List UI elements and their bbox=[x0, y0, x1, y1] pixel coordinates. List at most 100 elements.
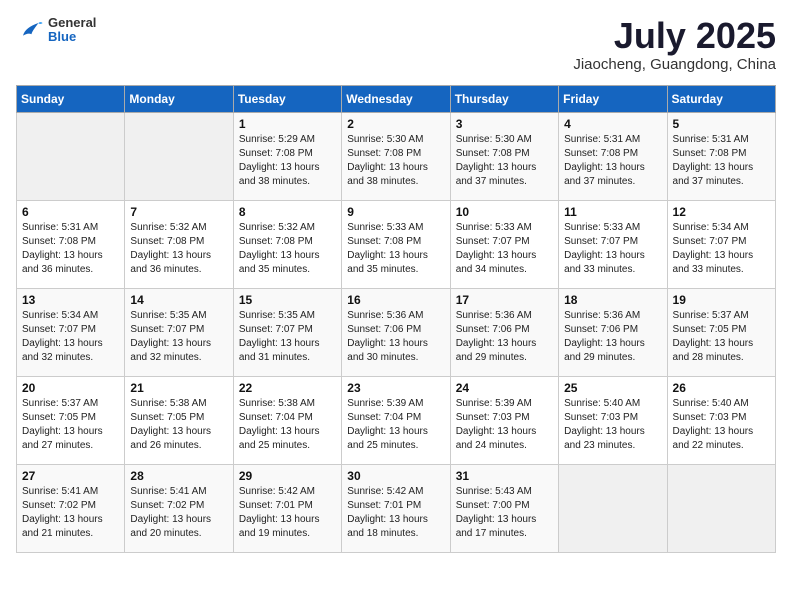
col-header-wednesday: Wednesday bbox=[342, 85, 450, 112]
cell-info: Sunrise: 5:33 AM Sunset: 7:07 PM Dayligh… bbox=[564, 221, 661, 277]
cell-info: Sunrise: 5:32 AM Sunset: 7:08 PM Dayligh… bbox=[130, 221, 227, 277]
calendar-cell bbox=[17, 112, 125, 200]
cell-info: Sunrise: 5:36 AM Sunset: 7:06 PM Dayligh… bbox=[564, 309, 661, 365]
col-header-sunday: Sunday bbox=[17, 85, 125, 112]
calendar-cell: 26 Sunrise: 5:40 AM Sunset: 7:03 PM Dayli… bbox=[667, 376, 775, 464]
cell-info: Sunrise: 5:38 AM Sunset: 7:05 PM Dayligh… bbox=[130, 397, 227, 453]
week-row-5: 27 Sunrise: 5:41 AM Sunset: 7:02 PM Dayli… bbox=[17, 464, 776, 552]
day-number: 19 bbox=[673, 293, 770, 307]
cell-info: Sunrise: 5:39 AM Sunset: 7:04 PM Dayligh… bbox=[347, 397, 444, 453]
day-number: 31 bbox=[456, 469, 553, 483]
day-number: 21 bbox=[130, 381, 227, 395]
day-number: 14 bbox=[130, 293, 227, 307]
day-number: 27 bbox=[22, 469, 119, 483]
cell-info: Sunrise: 5:37 AM Sunset: 7:05 PM Dayligh… bbox=[673, 309, 770, 365]
day-number: 12 bbox=[673, 205, 770, 219]
cell-info: Sunrise: 5:36 AM Sunset: 7:06 PM Dayligh… bbox=[456, 309, 553, 365]
calendar-cell: 22Sunrise: 5:38 AM Sunset: 7:04 PM Dayli… bbox=[233, 376, 341, 464]
day-number: 25 bbox=[564, 381, 661, 395]
cell-info: Sunrise: 5:35 AM Sunset: 7:07 PM Dayligh… bbox=[239, 309, 336, 365]
day-number: 24 bbox=[456, 381, 553, 395]
logo-blue: Blue bbox=[48, 30, 96, 44]
day-number: 23 bbox=[347, 381, 444, 395]
col-header-tuesday: Tuesday bbox=[233, 85, 341, 112]
calendar-cell: 20Sunrise: 5:37 AM Sunset: 7:05 PM Dayli… bbox=[17, 376, 125, 464]
cell-info: Sunrise: 5:39 AM Sunset: 7:03 PM Dayligh… bbox=[456, 397, 553, 453]
calendar-cell: 4 Sunrise: 5:31 AM Sunset: 7:08 PM Daylig… bbox=[559, 112, 667, 200]
logo-text: General Blue bbox=[48, 16, 96, 45]
cell-info: Sunrise: 5:38 AM Sunset: 7:04 PM Dayligh… bbox=[239, 397, 336, 453]
calendar-cell: 3 Sunrise: 5:30 AM Sunset: 7:08 PM Daylig… bbox=[450, 112, 558, 200]
calendar-cell: 15 Sunrise: 5:35 AM Sunset: 7:07 PM Dayli… bbox=[233, 288, 341, 376]
calendar-cell: 28 Sunrise: 5:41 AM Sunset: 7:02 PM Dayli… bbox=[125, 464, 233, 552]
cell-info: Sunrise: 5:36 AM Sunset: 7:06 PM Dayligh… bbox=[347, 309, 444, 365]
day-number: 6 bbox=[22, 205, 119, 219]
calendar-cell: 19 Sunrise: 5:37 AM Sunset: 7:05 PM Dayli… bbox=[667, 288, 775, 376]
cell-info: Sunrise: 5:34 AM Sunset: 7:07 PM Dayligh… bbox=[673, 221, 770, 277]
calendar-cell bbox=[667, 464, 775, 552]
cell-info: Sunrise: 5:31 AM Sunset: 7:08 PM Dayligh… bbox=[22, 221, 119, 277]
calendar-cell: 27 Sunrise: 5:41 AM Sunset: 7:02 PM Dayli… bbox=[17, 464, 125, 552]
col-header-thursday: Thursday bbox=[450, 85, 558, 112]
week-row-1: 1Sunrise: 5:29 AM Sunset: 7:08 PM Daylig… bbox=[17, 112, 776, 200]
cell-info: Sunrise: 5:40 AM Sunset: 7:03 PM Dayligh… bbox=[673, 397, 770, 453]
day-number: 3 bbox=[456, 117, 553, 131]
title-block: July 2025 Jiaocheng, Guangdong, China bbox=[573, 16, 776, 73]
logo: General Blue bbox=[16, 16, 96, 45]
calendar-table: SundayMondayTuesdayWednesdayThursdayFrid… bbox=[16, 85, 776, 553]
cell-info: Sunrise: 5:41 AM Sunset: 7:02 PM Dayligh… bbox=[22, 485, 119, 541]
calendar-cell: 17Sunrise: 5:36 AM Sunset: 7:06 PM Dayli… bbox=[450, 288, 558, 376]
calendar-cell: 16 Sunrise: 5:36 AM Sunset: 7:06 PM Dayli… bbox=[342, 288, 450, 376]
calendar-cell: 8 Sunrise: 5:32 AM Sunset: 7:08 PM Daylig… bbox=[233, 200, 341, 288]
col-header-monday: Monday bbox=[125, 85, 233, 112]
cell-info: Sunrise: 5:30 AM Sunset: 7:08 PM Dayligh… bbox=[347, 133, 444, 189]
page-header: General Blue July 2025 Jiaocheng, Guangd… bbox=[16, 16, 776, 73]
day-number: 16 bbox=[347, 293, 444, 307]
cell-info: Sunrise: 5:43 AM Sunset: 7:00 PM Dayligh… bbox=[456, 485, 553, 541]
day-number: 29 bbox=[239, 469, 336, 483]
cell-info: Sunrise: 5:42 AM Sunset: 7:01 PM Dayligh… bbox=[239, 485, 336, 541]
calendar-cell: 18 Sunrise: 5:36 AM Sunset: 7:06 PM Dayli… bbox=[559, 288, 667, 376]
cell-info: Sunrise: 5:42 AM Sunset: 7:01 PM Dayligh… bbox=[347, 485, 444, 541]
day-number: 15 bbox=[239, 293, 336, 307]
cell-info: Sunrise: 5:31 AM Sunset: 7:08 PM Dayligh… bbox=[673, 133, 770, 189]
location: Jiaocheng, Guangdong, China bbox=[573, 56, 776, 73]
week-row-4: 20Sunrise: 5:37 AM Sunset: 7:05 PM Dayli… bbox=[17, 376, 776, 464]
calendar-cell: 29 Sunrise: 5:42 AM Sunset: 7:01 PM Dayli… bbox=[233, 464, 341, 552]
month-title: July 2025 bbox=[573, 16, 776, 56]
calendar-cell: 13Sunrise: 5:34 AM Sunset: 7:07 PM Dayli… bbox=[17, 288, 125, 376]
cell-info: Sunrise: 5:41 AM Sunset: 7:02 PM Dayligh… bbox=[130, 485, 227, 541]
day-number: 30 bbox=[347, 469, 444, 483]
week-row-2: 6 Sunrise: 5:31 AM Sunset: 7:08 PM Daylig… bbox=[17, 200, 776, 288]
cell-info: Sunrise: 5:33 AM Sunset: 7:07 PM Dayligh… bbox=[456, 221, 553, 277]
calendar-cell bbox=[125, 112, 233, 200]
calendar-header-row: SundayMondayTuesdayWednesdayThursdayFrid… bbox=[17, 85, 776, 112]
calendar-cell: 24 Sunrise: 5:39 AM Sunset: 7:03 PM Dayli… bbox=[450, 376, 558, 464]
cell-info: Sunrise: 5:40 AM Sunset: 7:03 PM Dayligh… bbox=[564, 397, 661, 453]
calendar-cell: 30 Sunrise: 5:42 AM Sunset: 7:01 PM Dayli… bbox=[342, 464, 450, 552]
day-number: 4 bbox=[564, 117, 661, 131]
day-number: 20 bbox=[22, 381, 119, 395]
cell-info: Sunrise: 5:33 AM Sunset: 7:08 PM Dayligh… bbox=[347, 221, 444, 277]
day-number: 26 bbox=[673, 381, 770, 395]
day-number: 18 bbox=[564, 293, 661, 307]
week-row-3: 13Sunrise: 5:34 AM Sunset: 7:07 PM Dayli… bbox=[17, 288, 776, 376]
calendar-cell: 25 Sunrise: 5:40 AM Sunset: 7:03 PM Dayli… bbox=[559, 376, 667, 464]
calendar-cell: 12 Sunrise: 5:34 AM Sunset: 7:07 PM Dayli… bbox=[667, 200, 775, 288]
cell-info: Sunrise: 5:32 AM Sunset: 7:08 PM Dayligh… bbox=[239, 221, 336, 277]
calendar-cell: 31 Sunrise: 5:43 AM Sunset: 7:00 PM Dayli… bbox=[450, 464, 558, 552]
calendar-cell: 5Sunrise: 5:31 AM Sunset: 7:08 PM Daylig… bbox=[667, 112, 775, 200]
calendar-cell: 23 Sunrise: 5:39 AM Sunset: 7:04 PM Dayli… bbox=[342, 376, 450, 464]
cell-info: Sunrise: 5:30 AM Sunset: 7:08 PM Dayligh… bbox=[456, 133, 553, 189]
day-number: 28 bbox=[130, 469, 227, 483]
cell-info: Sunrise: 5:31 AM Sunset: 7:08 PM Dayligh… bbox=[564, 133, 661, 189]
day-number: 11 bbox=[564, 205, 661, 219]
calendar-cell: 10Sunrise: 5:33 AM Sunset: 7:07 PM Dayli… bbox=[450, 200, 558, 288]
day-number: 13 bbox=[22, 293, 119, 307]
logo-general: General bbox=[48, 16, 96, 30]
logo-bird-icon bbox=[16, 16, 44, 44]
day-number: 8 bbox=[239, 205, 336, 219]
col-header-saturday: Saturday bbox=[667, 85, 775, 112]
col-header-friday: Friday bbox=[559, 85, 667, 112]
day-number: 2 bbox=[347, 117, 444, 131]
